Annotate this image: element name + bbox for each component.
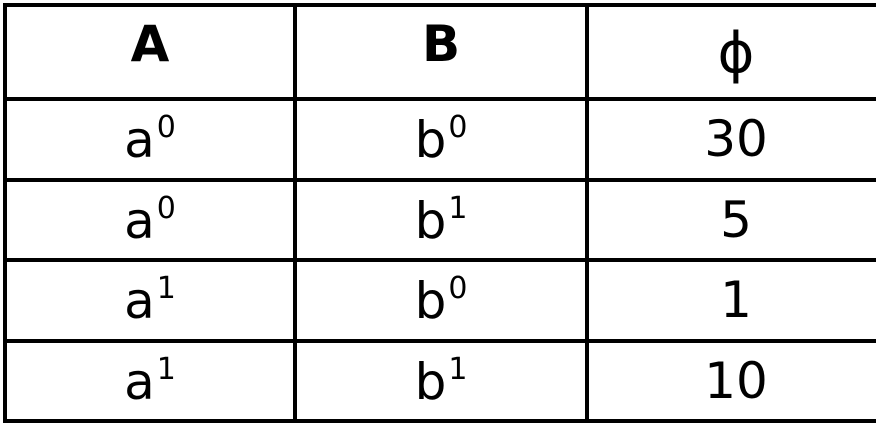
cell-a-base: a (124, 191, 155, 250)
cell-a: a1 (3, 338, 297, 423)
cell-a-base: a (124, 272, 155, 331)
cell-b: b1 (293, 338, 589, 423)
header-label-b: B (421, 15, 461, 73)
cell-a-base: a (124, 352, 155, 411)
cell-a-base: a (124, 111, 155, 170)
table-row: a1 b0 1 (3, 258, 876, 343)
cell-a: a0 (3, 177, 297, 262)
cell-b: b0 (293, 97, 589, 182)
cell-a-superscript: 1 (156, 271, 176, 307)
cell-a: a1 (3, 258, 297, 343)
cell-phi: 30 (585, 97, 876, 182)
header-label-a: A (130, 15, 170, 73)
cell-phi: 1 (585, 258, 876, 343)
cell-b-superscript: 1 (448, 351, 468, 387)
cell-b-superscript: 0 (448, 271, 468, 307)
cell-b-superscript: 0 (448, 110, 468, 146)
cell-a-superscript: 1 (156, 351, 176, 387)
cell-phi: 5 (585, 177, 876, 262)
cell-phi: 10 (585, 338, 876, 423)
header-cell-phi: ϕ (585, 3, 876, 101)
header-row: A B ϕ (3, 3, 876, 101)
cell-b: b0 (293, 258, 589, 343)
cell-b-superscript: 1 (448, 190, 468, 226)
table-row: a0 b0 30 (3, 97, 876, 182)
header-label-phi: ϕ (717, 21, 755, 86)
cell-b-base: b (414, 272, 447, 331)
table-row: a1 b1 10 (3, 338, 876, 423)
header-cell-a: A (3, 3, 297, 101)
cell-b-base: b (414, 191, 447, 250)
cell-a: a0 (3, 97, 297, 182)
cell-b: b1 (293, 177, 589, 262)
cell-b-base: b (414, 352, 447, 411)
factor-table: A B ϕ a0 b0 30 a0 b1 5 a1 b0 1 a1 b1 10 (3, 3, 876, 423)
table-row: a0 b1 5 (3, 177, 876, 262)
header-cell-b: B (293, 3, 589, 101)
cell-a-superscript: 0 (156, 110, 176, 146)
cell-b-base: b (414, 111, 447, 170)
cell-a-superscript: 0 (156, 190, 176, 226)
